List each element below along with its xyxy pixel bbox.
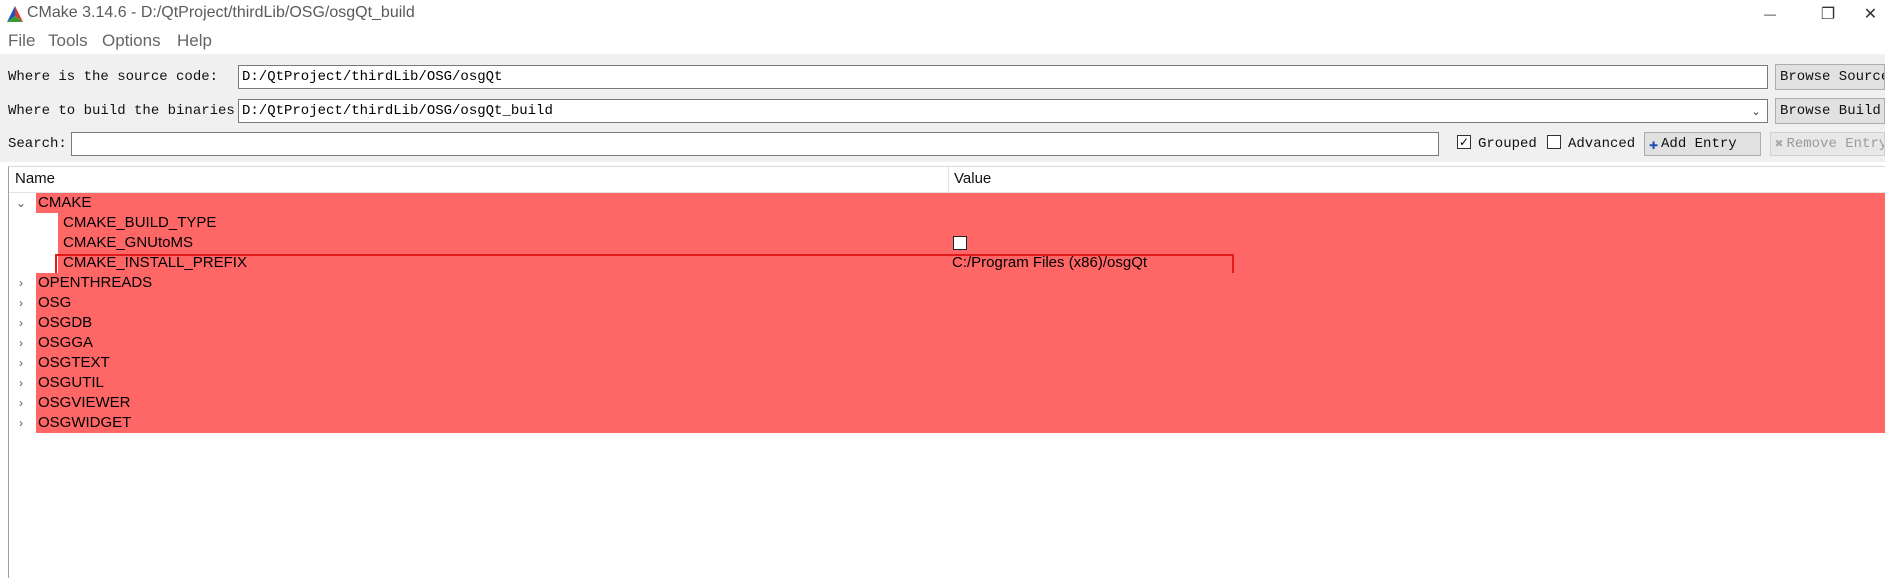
tree-row[interactable] — [58, 213, 1885, 233]
remove-entry-label: Remove Entry — [1786, 136, 1885, 152]
entry-name: CMAKE_GNUtoMS — [63, 234, 194, 251]
group-label: OSGGA — [38, 334, 94, 351]
build-path-combobox[interactable]: D:/QtProject/thirdLib/OSG/osgQt_build — [238, 99, 1768, 123]
restore-icon: ❐ — [1820, 6, 1836, 23]
source-label: Where is the source code: — [8, 69, 219, 85]
build-path-value: D:/QtProject/thirdLib/OSG/osgQt_build — [242, 103, 553, 119]
close-icon: ✕ — [1863, 6, 1878, 23]
tree-group-row[interactable] — [36, 393, 1885, 413]
column-header-value[interactable]: Value — [954, 170, 991, 187]
chevron-right-icon[interactable]: › — [14, 333, 28, 353]
chevron-right-icon[interactable]: › — [14, 293, 28, 313]
column-header-name[interactable]: Name — [15, 170, 55, 187]
tree-group-row[interactable] — [36, 413, 1885, 433]
chevron-right-icon[interactable]: › — [14, 393, 28, 413]
grouped-label: Grouped — [1478, 136, 1537, 152]
advanced-checkbox[interactable] — [1547, 135, 1561, 149]
group-label-cmake: CMAKE — [38, 194, 92, 211]
tree-group-row[interactable] — [36, 353, 1885, 373]
group-label: OSGTEXT — [38, 354, 110, 371]
tree-group-row[interactable] — [36, 313, 1885, 333]
remove-entry-button[interactable]: ✖ Remove Entry — [1770, 132, 1885, 156]
header-divider — [948, 167, 949, 192]
menu-bar — [0, 28, 1885, 54]
group-label: OPENTHREADS — [38, 274, 153, 291]
group-label: OSGDB — [38, 314, 93, 331]
tree-group-row[interactable] — [36, 273, 1885, 293]
menu-options[interactable]: Options — [102, 31, 161, 51]
build-label: Where to build the binaries: — [8, 103, 244, 119]
group-label: OSGWIDGET — [38, 414, 132, 431]
minimize-icon: — — [1764, 7, 1776, 21]
remove-icon: ✖ — [1775, 136, 1784, 153]
menu-file[interactable]: File — [8, 31, 35, 51]
chevron-right-icon[interactable]: › — [14, 313, 28, 333]
menu-tools[interactable]: Tools — [48, 31, 88, 51]
gnutoms-value-checkbox[interactable] — [953, 236, 967, 250]
grouped-checkbox[interactable]: ✓ — [1457, 135, 1471, 149]
chevron-down-icon[interactable]: ⌄ — [14, 193, 28, 213]
close-button[interactable]: ✕ — [1856, 0, 1885, 28]
add-entry-label: Add Entry — [1661, 136, 1737, 152]
browse-source-button[interactable]: Browse Source... — [1775, 64, 1885, 90]
plus-icon: ✚ — [1649, 136, 1659, 154]
group-label: OSGUTIL — [38, 374, 104, 391]
advanced-label: Advanced — [1568, 136, 1636, 152]
window-title: CMake 3.14.6 - D:/QtProject/thirdLib/OSG… — [27, 4, 415, 21]
checkmark-icon: ✓ — [1458, 135, 1470, 149]
tree-header — [9, 167, 1885, 193]
group-label: OSGVIEWER — [38, 394, 131, 411]
tree-group-row[interactable] — [36, 333, 1885, 353]
tree-row[interactable] — [58, 233, 1885, 253]
chevron-right-icon[interactable]: › — [14, 353, 28, 373]
chevron-right-icon[interactable]: › — [14, 273, 28, 293]
entry-name: CMAKE_BUILD_TYPE — [63, 214, 217, 231]
tree-group-row[interactable] — [36, 193, 1885, 213]
cmake-logo-icon — [7, 6, 23, 22]
add-entry-button[interactable]: ✚ Add Entry — [1644, 132, 1761, 156]
tree-group-row[interactable] — [36, 373, 1885, 393]
search-input[interactable] — [71, 132, 1439, 156]
search-label: Search: — [8, 136, 67, 152]
source-path-input[interactable]: D:/QtProject/thirdLib/OSG/osgQt — [238, 65, 1768, 89]
tree-group-row[interactable] — [36, 293, 1885, 313]
group-label: OSG — [38, 294, 72, 311]
menu-help[interactable]: Help — [177, 31, 212, 51]
minimize-button[interactable]: — — [1750, 0, 1790, 28]
chevron-right-icon[interactable]: › — [14, 373, 28, 393]
browse-build-button[interactable]: Browse Build... — [1775, 98, 1885, 124]
chevron-down-icon[interactable]: ⌄ — [1748, 101, 1764, 121]
restore-button[interactable]: ❐ — [1808, 0, 1848, 28]
chevron-right-icon[interactable]: › — [14, 413, 28, 433]
